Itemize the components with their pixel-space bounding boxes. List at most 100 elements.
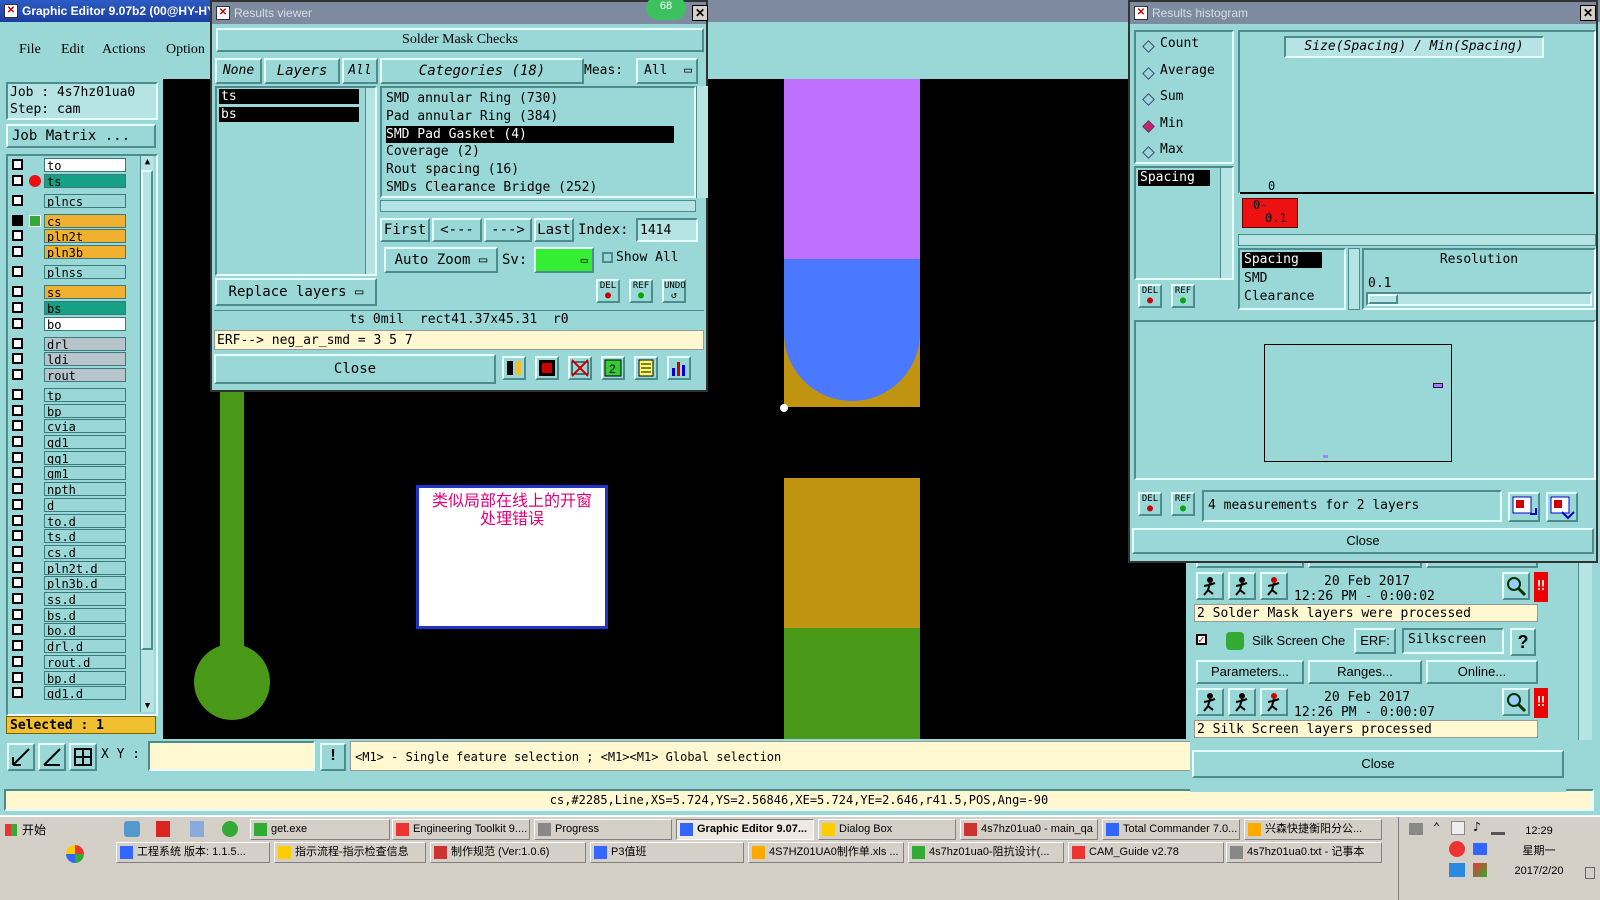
checklist-close-button[interactable]: Close (1192, 750, 1564, 778)
layer-list[interactable]: to ts plncs cs pln2t pln3b plnss ss bs bo drl ldi ro… (6, 154, 158, 716)
layer-name-cvia[interactable]: cvia (44, 419, 126, 434)
category-selector[interactable]: Spacing SMD Clearance (1238, 248, 1346, 310)
layer-checkbox-cs-d[interactable] (12, 545, 23, 557)
rv-layer-list[interactable]: ts bs (215, 86, 377, 276)
rv-tool-layers-icon[interactable] (502, 356, 526, 380)
layer-checkbox-ldi[interactable] (12, 353, 23, 365)
histogram-close-button[interactable]: Close (1132, 528, 1594, 554)
layer-name-ss[interactable]: ss (44, 285, 126, 300)
zoom-icon-2[interactable] (1502, 688, 1530, 716)
layer-name-ts[interactable]: ts (44, 173, 126, 188)
ql-folder-icon[interactable] (124, 821, 140, 837)
layer-name-drl[interactable]: drl (44, 336, 126, 351)
mode-radio-average[interactable] (1142, 66, 1155, 80)
layers-button[interactable]: Layers (264, 58, 340, 84)
measure-list-scrollbar[interactable] (1220, 168, 1232, 278)
layer-checkbox-gd1[interactable] (12, 436, 23, 447)
hist-export-icon-2[interactable] (1546, 492, 1578, 522)
rv-tool-delete-icon[interactable] (568, 356, 592, 380)
start-orb-icon[interactable] (66, 845, 84, 863)
first-button[interactable]: First (380, 218, 430, 242)
scroll-up-icon[interactable]: ▲ (142, 156, 153, 168)
mode-radio-max[interactable] (1142, 146, 1155, 159)
run-icon-1a[interactable] (1196, 572, 1224, 600)
taskbar-button[interactable]: 4s7hz01ua0.txt - 记事本 (1226, 842, 1382, 863)
categories-button[interactable]: Categories (18) (380, 58, 584, 84)
hist-ref-button-2[interactable]: REF ● (1171, 492, 1195, 516)
meas-dropdown[interactable]: All ▭ (636, 58, 698, 84)
auto-zoom-dropdown[interactable]: Auto Zoom ▭ (384, 247, 498, 273)
measure-list[interactable]: Spacing (1134, 166, 1234, 280)
resolution-slider-thumb[interactable] (1368, 294, 1398, 304)
taskbar-button[interactable]: 指示流程-指示检查信息 (274, 842, 426, 863)
run-icon-2a[interactable] (1196, 688, 1224, 716)
layer-checkbox-gg1[interactable] (12, 451, 23, 463)
rv-tool-report-icon[interactable] (634, 356, 658, 380)
ranges-button-2[interactable]: Ranges... (1308, 660, 1422, 684)
category-item[interactable]: SMDs Clearance Bridge (252) (386, 179, 674, 196)
rv-tool-histogram-icon[interactable] (667, 356, 691, 380)
menu-option[interactable]: Option (166, 42, 205, 58)
rv-undo-button[interactable]: UNDO ↺ (662, 279, 686, 303)
hist-del-button-1[interactable]: DEL ● (1138, 284, 1162, 308)
rv-tool-screen-icon[interactable] (535, 356, 559, 380)
layer-name-d[interactable]: d (44, 497, 126, 512)
layer-checkbox-tp[interactable] (12, 388, 23, 400)
layer-name-plnss[interactable]: plnss (44, 265, 126, 280)
layer-name-cs[interactable]: cs (44, 213, 126, 228)
category-item-spacing[interactable]: Spacing (1242, 252, 1322, 268)
grid-icon[interactable] (69, 743, 97, 771)
category-list-hscrollbar[interactable] (380, 200, 696, 212)
layer-name-pln2t[interactable]: pln2t (44, 229, 126, 244)
canvas-vscrollbar[interactable]: ▼ (1578, 560, 1592, 760)
next-button[interactable]: ---> (484, 218, 532, 242)
layer-checkbox-ss[interactable] (12, 286, 23, 298)
layer-list-scroll-thumb[interactable] (141, 170, 153, 650)
smd-pad-gold-bottom[interactable] (784, 478, 920, 628)
category-list-vscrollbar[interactable] (696, 86, 708, 198)
zoom-window-icon[interactable] (7, 743, 35, 771)
layer-name-ldi[interactable]: ldi (44, 352, 126, 367)
scroll-down-icon[interactable]: ▼ (142, 700, 153, 712)
layer-checkbox-bs[interactable] (12, 301, 23, 313)
measure-item-spacing[interactable]: Spacing (1138, 170, 1210, 186)
layer-checkbox-bo-d[interactable] (12, 624, 23, 636)
params-button-2[interactable]: Parameters... (1196, 660, 1304, 684)
tray-antivirus-icon[interactable] (1449, 841, 1465, 857)
taskbar-button[interactable]: get.exe (250, 819, 390, 840)
layer-name-to[interactable]: to (44, 158, 126, 172)
online-button-2[interactable]: Online... (1426, 660, 1538, 684)
layer-name-plncs[interactable]: plncs (44, 193, 126, 208)
layer-name-bo-d[interactable]: bo.d (44, 623, 126, 638)
hist-ref-button-1[interactable]: REF ● (1171, 284, 1195, 308)
silk-check-checkbox[interactable]: ✓ (1196, 634, 1207, 645)
category-item[interactable]: SMD Pad Gasket (4) (386, 125, 674, 143)
tray-lang-icon[interactable] (1473, 843, 1487, 855)
taskbar-button[interactable]: Engineering Toolkit 9.... (392, 819, 530, 840)
layer-name-npth[interactable]: npth (44, 482, 126, 497)
mode-radio-min[interactable] (1142, 119, 1155, 133)
sv-color-dropdown[interactable]: ▭ (534, 247, 594, 273)
layer-list-scrollbar[interactable]: ▲ ▼ (140, 156, 154, 712)
taskbar-button[interactable]: Graphic Editor 9.07... (676, 819, 814, 840)
help-button[interactable]: ? (1510, 628, 1536, 656)
layer-checkbox-gd1-d[interactable] (12, 687, 23, 699)
taskbar-button[interactable]: 4s7hz01ua0 - main_qa (960, 819, 1098, 840)
layer-checkbox-to-d[interactable] (12, 514, 23, 526)
smd-pad-purple[interactable] (784, 79, 920, 259)
menu-file[interactable]: File (19, 42, 41, 58)
tray-arrow-icon[interactable]: ⌃ (1433, 820, 1440, 834)
layer-checkbox-pln2t[interactable] (12, 230, 23, 242)
erf-value[interactable]: Silkscreen (1402, 628, 1504, 654)
layer-checkbox-ss-d[interactable] (12, 593, 23, 604)
index-input[interactable] (636, 218, 698, 242)
histogram-title-bar[interactable]: ✕ Results histogram (1130, 2, 1596, 24)
rv-tool-number-icon[interactable]: 2 (601, 356, 625, 380)
category-selector-scrollbar[interactable] (1348, 248, 1360, 310)
layer-name-pln3b-d[interactable]: pln3b.d (44, 576, 126, 591)
layer-name-gg1[interactable]: gg1 (44, 450, 126, 465)
none-button[interactable]: None (215, 58, 262, 84)
taskbar-button[interactable]: CAM_Guide v2.78 (1068, 842, 1224, 863)
alert-red-icon-2[interactable]: ‼ (1534, 688, 1548, 718)
ql-ie-icon[interactable] (222, 821, 238, 837)
